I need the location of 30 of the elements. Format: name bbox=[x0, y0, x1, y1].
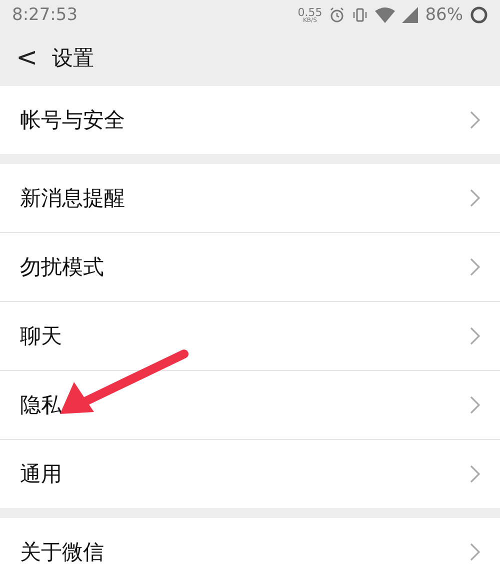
page-title: 设置 bbox=[52, 45, 94, 72]
chevron-icon bbox=[470, 111, 480, 129]
vibrate-icon bbox=[352, 7, 368, 23]
alarm-icon bbox=[329, 7, 346, 23]
settings-item[interactable]: 勿扰模式 bbox=[0, 233, 500, 302]
settings-item[interactable]: 关于微信 bbox=[0, 518, 500, 570]
settings-item[interactable]: 帐号与安全 bbox=[0, 86, 500, 154]
settings-item[interactable]: 新消息提醒 bbox=[0, 164, 500, 233]
item-label: 勿扰模式 bbox=[20, 254, 104, 281]
item-label: 关于微信 bbox=[20, 539, 104, 566]
item-label: 帐号与安全 bbox=[20, 107, 125, 134]
chevron-icon bbox=[470, 396, 480, 414]
settings-item[interactable]: 聊天 bbox=[0, 302, 500, 371]
battery-percent: 86% bbox=[425, 5, 463, 25]
item-label: 聊天 bbox=[20, 323, 62, 350]
chevron-icon bbox=[470, 543, 480, 561]
item-label: 隐私 bbox=[20, 392, 62, 419]
back-button[interactable]: < bbox=[16, 43, 38, 73]
chevron-icon bbox=[470, 327, 480, 345]
signal-icon bbox=[402, 7, 418, 23]
wifi-icon bbox=[375, 7, 396, 23]
settings-item[interactable]: 通用 bbox=[0, 440, 500, 508]
battery-icon bbox=[470, 6, 488, 24]
chevron-icon bbox=[470, 258, 480, 276]
network-speed: 0.55 bbox=[298, 6, 322, 18]
item-label: 通用 bbox=[20, 461, 62, 488]
item-label: 新消息提醒 bbox=[20, 185, 125, 212]
chevron-icon bbox=[470, 465, 480, 483]
status-time: 8:27:53 bbox=[12, 5, 78, 25]
chevron-icon bbox=[470, 189, 480, 207]
